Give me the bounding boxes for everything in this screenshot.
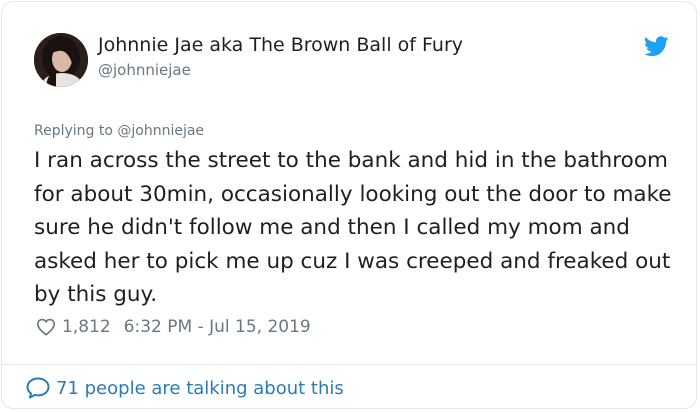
divider (2, 364, 696, 365)
tweet-timestamp[interactable]: 6:32 PM - Jul 15, 2019 (124, 317, 311, 337)
avatar-photo (34, 33, 88, 87)
author-display-name[interactable]: Johnnie Jae aka The Brown Ball of Fury (98, 34, 463, 56)
avatar[interactable] (34, 33, 88, 87)
heart-icon[interactable] (36, 317, 56, 337)
replying-to-label: Replying to (34, 123, 113, 139)
tweet-card: Johnnie Jae aka The Brown Ball of Fury @… (1, 1, 697, 409)
replying-to: Replying to @johnniejae (34, 123, 204, 139)
replying-to-mention[interactable]: @johnniejae (117, 123, 204, 139)
conversation-label[interactable]: 71 people are talking about this (56, 378, 344, 399)
tweet-text: I ran across the street to the bank and … (34, 148, 672, 307)
author-handle[interactable]: @johnniejae (98, 61, 191, 79)
conversation-link[interactable]: 71 people are talking about this (26, 375, 344, 401)
tweet-meta: 1,812 6:32 PM - Jul 15, 2019 (36, 315, 311, 339)
speech-bubble-icon (26, 377, 50, 399)
like-count[interactable]: 1,812 (62, 317, 111, 337)
twitter-bird-icon[interactable] (644, 36, 669, 57)
